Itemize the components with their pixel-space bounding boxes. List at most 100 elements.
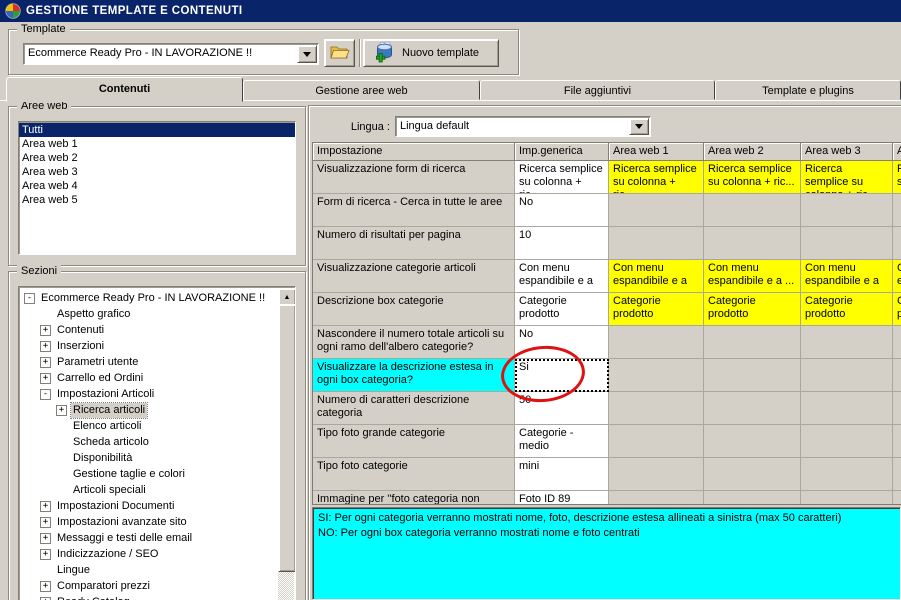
tree-item[interactable]: Lingue xyxy=(20,562,278,578)
tree-expand-icon[interactable]: + xyxy=(40,580,51,592)
tree-collapse-icon[interactable]: - xyxy=(24,292,35,304)
tree-item[interactable]: Articoli speciali xyxy=(20,482,278,498)
tree-item[interactable]: + Carrello ed Ordini xyxy=(20,370,278,386)
tree-item[interactable]: + Messaggi e testi delle email xyxy=(20,530,278,546)
aree-web-item[interactable]: Tutti xyxy=(19,123,295,137)
tree-expand-icon[interactable]: + xyxy=(40,596,51,600)
column-header[interactable]: Area web 2 xyxy=(704,143,801,161)
area-value-cell[interactable]: Categorie prodotto xyxy=(609,293,704,326)
tree-expand-icon[interactable]: + xyxy=(40,532,51,544)
generic-value-cell[interactable]: No xyxy=(515,194,609,227)
area-value-cell[interactable] xyxy=(801,194,893,227)
area-value-cell[interactable] xyxy=(704,359,801,392)
tree-item[interactable]: Aspetto grafico xyxy=(20,306,278,322)
area-value-cell[interactable] xyxy=(801,227,893,260)
area-value-cell[interactable]: Con menu espandibile e a ... xyxy=(609,260,704,293)
generic-value-cell[interactable]: Categorie prodotto xyxy=(515,293,609,326)
tree-item[interactable]: Scheda articolo xyxy=(20,434,278,450)
area-value-cell[interactable] xyxy=(704,194,801,227)
generic-value-cell[interactable]: Ricerca semplice su colonna + ric... xyxy=(515,161,609,194)
tree-item[interactable]: Disponibilità xyxy=(20,450,278,466)
area-value-cell[interactable] xyxy=(801,359,893,392)
tree-expand-icon[interactable]: + xyxy=(40,372,51,384)
area-value-cell[interactable] xyxy=(893,425,901,458)
aree-web-listbox[interactable]: Tutti Area web 1 Area web 2 Area web 3 Area … xyxy=(18,121,296,255)
generic-value-cell[interactable]: No xyxy=(515,326,609,359)
area-value-cell[interactable] xyxy=(609,491,704,504)
area-value-cell[interactable] xyxy=(801,491,893,504)
area-value-cell[interactable]: Categorie prodotto xyxy=(893,293,901,326)
scrollbar-thumb[interactable] xyxy=(278,304,295,572)
column-header[interactable]: Area web 3 xyxy=(801,143,893,161)
area-value-cell[interactable] xyxy=(609,392,704,425)
area-value-cell[interactable] xyxy=(704,491,801,504)
tree-item[interactable]: + Inserzioni xyxy=(20,338,278,354)
tree-scrollbar[interactable]: ▲ xyxy=(278,288,295,600)
area-value-cell[interactable]: Ricerca semplice su colonna + ric... xyxy=(893,161,901,194)
area-value-cell[interactable]: Ricerca semplice su colonna + ric... xyxy=(801,161,893,194)
aree-web-item[interactable]: Area web 5 xyxy=(19,193,295,207)
tab-gestione-aree-web[interactable]: Gestione aree web xyxy=(243,80,480,100)
tree-expand-icon[interactable]: + xyxy=(40,356,51,368)
area-value-cell[interactable]: Ricerca semplice su colonna + ric... xyxy=(704,161,801,194)
area-value-cell[interactable] xyxy=(704,227,801,260)
tree-item[interactable]: + Impostazioni Documenti xyxy=(20,498,278,514)
area-value-cell[interactable] xyxy=(704,425,801,458)
generic-value-cell[interactable]: Foto ID 89 xyxy=(515,491,609,504)
area-value-cell[interactable] xyxy=(609,326,704,359)
column-header[interactable]: Imp.generica xyxy=(515,143,609,161)
column-header[interactable]: Area web 1 xyxy=(609,143,704,161)
tree-expand-icon[interactable]: + xyxy=(40,500,51,512)
tree-item[interactable]: - Ecommerce Ready Pro - IN LAVORAZIONE !! xyxy=(20,290,278,306)
tab-template-e-plugins[interactable]: Template e plugins xyxy=(715,80,901,100)
area-value-cell[interactable] xyxy=(801,326,893,359)
area-value-cell[interactable]: Con menu espandibile e a ... xyxy=(893,260,901,293)
template-combobox[interactable]: Ecommerce Ready Pro - IN LAVORAZIONE !! xyxy=(23,43,319,65)
tree-expand-icon[interactable]: + xyxy=(40,340,51,352)
area-value-cell[interactable]: Con menu espandibile e a ... xyxy=(704,260,801,293)
area-value-cell[interactable] xyxy=(893,227,901,260)
generic-value-cell[interactable]: mini xyxy=(515,458,609,491)
tree-item[interactable]: + Ready Catalog xyxy=(20,594,278,600)
tree-item[interactable]: + Contenuti xyxy=(20,322,278,338)
area-value-cell[interactable]: Categorie prodotto xyxy=(704,293,801,326)
aree-web-item[interactable]: Area web 4 xyxy=(19,179,295,193)
tree-expand-icon[interactable]: + xyxy=(56,404,67,416)
area-value-cell[interactable] xyxy=(609,458,704,491)
area-value-cell[interactable] xyxy=(801,458,893,491)
tree-collapse-icon[interactable]: - xyxy=(40,388,51,400)
area-value-cell[interactable]: Con menu espandibile e a ... xyxy=(801,260,893,293)
area-value-cell[interactable] xyxy=(893,326,901,359)
generic-value-cell[interactable]: 10 xyxy=(515,227,609,260)
tree-item[interactable]: + Impostazioni avanzate sito xyxy=(20,514,278,530)
area-value-cell[interactable] xyxy=(704,326,801,359)
area-value-cell[interactable] xyxy=(893,491,901,504)
tree-item[interactable]: Gestione taglie e colori xyxy=(20,466,278,482)
area-value-cell[interactable] xyxy=(893,359,901,392)
aree-web-item[interactable]: Area web 2 xyxy=(19,151,295,165)
area-value-cell[interactable] xyxy=(609,227,704,260)
area-value-cell[interactable] xyxy=(893,458,901,491)
area-value-cell[interactable] xyxy=(609,194,704,227)
area-value-cell[interactable] xyxy=(893,194,901,227)
area-value-cell[interactable] xyxy=(704,392,801,425)
tab-file-aggiuntivi[interactable]: File aggiuntivi xyxy=(480,80,715,100)
new-template-button[interactable]: Nuovo template xyxy=(363,39,499,67)
tree-item[interactable]: + Ricerca articoli xyxy=(20,401,278,419)
generic-value-cell[interactable]: Si xyxy=(515,359,609,392)
aree-web-item[interactable]: Area web 1 xyxy=(19,137,295,151)
column-header[interactable]: Impostazione xyxy=(313,143,515,161)
aree-web-item[interactable]: Area web 3 xyxy=(19,165,295,179)
tree-item[interactable]: Elenco articoli xyxy=(20,418,278,434)
area-value-cell[interactable]: Categorie prodotto xyxy=(801,293,893,326)
tree-item[interactable]: + Indicizzazione / SEO xyxy=(20,546,278,562)
tree-item[interactable]: - Impostazioni Articoli xyxy=(20,386,278,402)
template-dropdown-arrow-button[interactable] xyxy=(297,45,317,63)
generic-value-cell[interactable]: Categorie - medio xyxy=(515,425,609,458)
lingua-dropdown-arrow-button[interactable] xyxy=(629,118,649,135)
tree-item[interactable]: + Parametri utente xyxy=(20,354,278,370)
lingua-combobox[interactable]: Lingua default xyxy=(395,116,651,137)
area-value-cell[interactable] xyxy=(609,359,704,392)
tree-expand-icon[interactable]: + xyxy=(40,548,51,560)
area-value-cell[interactable] xyxy=(801,425,893,458)
